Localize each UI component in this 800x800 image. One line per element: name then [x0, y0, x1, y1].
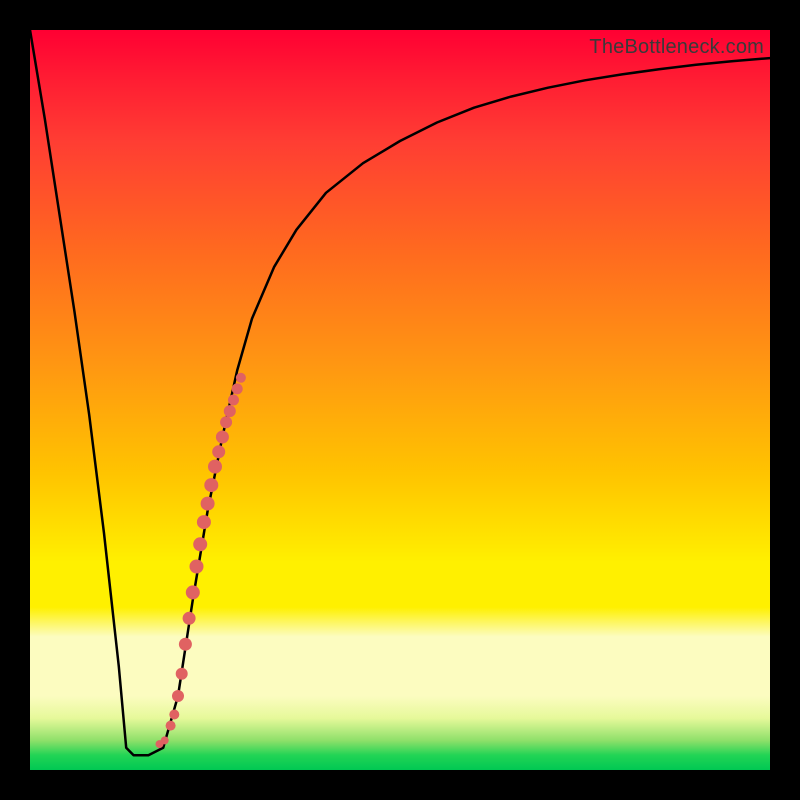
highlight-point [172, 690, 184, 702]
highlight-point [224, 405, 236, 417]
highlight-point [193, 537, 207, 551]
highlight-point [212, 445, 225, 458]
highlight-point [228, 395, 239, 406]
highlight-point [216, 431, 229, 444]
highlight-point [201, 497, 215, 511]
highlight-point [204, 478, 218, 492]
highlight-point [176, 668, 188, 680]
highlight-point [186, 585, 200, 599]
highlight-point [208, 460, 222, 474]
highlight-point [232, 383, 243, 394]
highlight-point [179, 638, 192, 651]
bottleneck-curve [30, 30, 770, 755]
highlight-point [183, 612, 196, 625]
highlight-point [236, 373, 246, 383]
chart-overlay [30, 30, 770, 770]
chart-frame: TheBottleneck.com [0, 0, 800, 800]
highlight-point [197, 515, 211, 529]
highlight-point [190, 560, 204, 574]
highlight-point [161, 736, 169, 744]
highlight-point [220, 416, 232, 428]
plot-area: TheBottleneck.com [30, 30, 770, 770]
highlight-point [166, 721, 176, 731]
highlight-point [169, 710, 179, 720]
highlight-points [156, 373, 246, 748]
